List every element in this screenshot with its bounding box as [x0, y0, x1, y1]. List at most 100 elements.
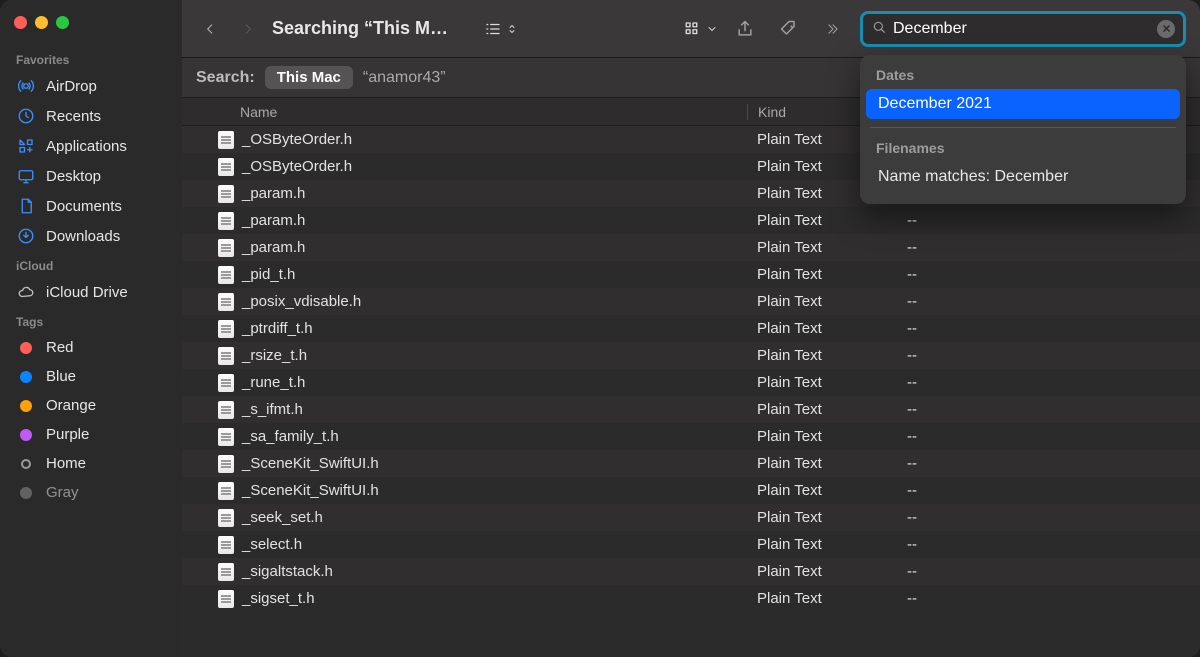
sidebar-item-label: Applications — [46, 138, 127, 155]
file-date: -- — [897, 401, 1200, 418]
file-name: _param.h — [242, 185, 305, 202]
file-icon — [218, 482, 234, 500]
file-icon — [218, 347, 234, 365]
file-row[interactable]: _param.hPlain Text-- — [182, 207, 1200, 234]
search-field[interactable] — [860, 11, 1186, 47]
scope-folder[interactable]: “anamor43” — [363, 69, 446, 87]
suggestion-filename[interactable]: Name matches: December — [866, 162, 1180, 192]
file-row[interactable]: _sa_family_t.hPlain Text-- — [182, 423, 1200, 450]
sidebar-item-desktop[interactable]: Desktop — [0, 161, 182, 191]
sidebar-tag-gray[interactable]: Gray — [0, 478, 182, 507]
file-row[interactable]: _rsize_t.h Plain Text-- — [182, 342, 1200, 369]
file-icon — [218, 563, 234, 581]
file-kind: Plain Text — [747, 347, 897, 364]
overflow-button[interactable] — [816, 14, 850, 44]
file-list[interactable]: _OSByteOrder.h Plain Text _OSByteOrder.h Pl… — [182, 126, 1200, 657]
file-name: _SceneKit_SwiftUI.h — [242, 482, 379, 499]
sidebar-item-airdrop[interactable]: AirDrop — [0, 71, 182, 101]
file-icon — [218, 266, 234, 284]
tag-dot-icon — [16, 459, 36, 469]
sidebar-section-tags: Tags — [0, 307, 182, 333]
file-date: -- — [897, 347, 1200, 364]
sidebar-item-label: Documents — [46, 198, 122, 215]
file-row[interactable]: _SceneKit_SwiftUI.hPlain Text-- — [182, 450, 1200, 477]
sidebar-item-applications[interactable]: Applications — [0, 131, 182, 161]
file-kind: Plain Text — [747, 212, 897, 229]
clear-search-button[interactable] — [1157, 20, 1175, 38]
tag-dot-icon — [16, 371, 36, 383]
file-kind: Plain Text — [747, 536, 897, 553]
maximize-window-button[interactable] — [56, 16, 69, 29]
sidebar-tag-purple[interactable]: Purple — [0, 420, 182, 449]
file-date: -- — [897, 590, 1200, 607]
sidebar-item-recents[interactable]: Recents — [0, 101, 182, 131]
sidebar-tag-blue[interactable]: Blue — [0, 362, 182, 391]
file-name: _OSByteOrder.h — [242, 158, 352, 175]
sidebar-section-favorites: Favorites — [0, 45, 182, 71]
file-row[interactable]: _s_ifmt.h Plain Text-- — [182, 396, 1200, 423]
tag-button[interactable] — [772, 14, 806, 44]
file-row[interactable]: _sigset_t.hPlain Text-- — [182, 585, 1200, 612]
search-wrap: Dates December 2021 Filenames Name match… — [860, 11, 1186, 47]
sidebar: Favorites AirDrop Recents Applications D… — [0, 0, 182, 657]
view-list-button[interactable] — [482, 20, 518, 38]
file-row[interactable]: _pid_t.hPlain Text-- — [182, 261, 1200, 288]
column-header-name[interactable]: Name — [182, 104, 747, 120]
sidebar-item-documents[interactable]: Documents — [0, 191, 182, 221]
file-row[interactable]: _SceneKit_SwiftUI.hPlain Text-- — [182, 477, 1200, 504]
search-suggestions-popover: Dates December 2021 Filenames Name match… — [860, 55, 1186, 204]
file-icon — [218, 185, 234, 203]
file-icon — [218, 158, 234, 176]
file-date: -- — [897, 320, 1200, 337]
file-row[interactable]: _param.hPlain Text-- — [182, 234, 1200, 261]
sidebar-item-label: Desktop — [46, 168, 101, 185]
sidebar-item-label: iCloud Drive — [46, 284, 128, 301]
tag-dot-icon — [16, 400, 36, 412]
file-row[interactable]: _posix_vdisable.hPlain Text-- — [182, 288, 1200, 315]
sidebar-tag-red[interactable]: Red — [0, 333, 182, 362]
sidebar-item-icloud-drive[interactable]: iCloud Drive — [0, 277, 182, 307]
scope-this-mac[interactable]: This Mac — [265, 66, 353, 89]
file-row[interactable]: _rune_t.hPlain Text-- — [182, 369, 1200, 396]
file-icon — [218, 536, 234, 554]
file-icon — [218, 455, 234, 473]
finder-window: Favorites AirDrop Recents Applications D… — [0, 0, 1200, 657]
sidebar-tag-orange[interactable]: Orange — [0, 391, 182, 420]
sidebar-tag-home[interactable]: Home — [0, 449, 182, 478]
suggestion-date[interactable]: December 2021 — [866, 89, 1180, 119]
airdrop-icon — [16, 77, 36, 95]
file-name: _OSByteOrder.h — [242, 131, 352, 148]
file-name: _s_ifmt.h — [242, 401, 303, 418]
file-name: _sa_family_t.h — [242, 428, 339, 445]
file-date: -- — [897, 536, 1200, 553]
sidebar-item-label: Recents — [46, 108, 101, 125]
file-kind: Plain Text — [747, 401, 897, 418]
search-input[interactable] — [893, 20, 1151, 38]
applications-icon — [16, 137, 36, 155]
file-icon — [218, 401, 234, 419]
file-row[interactable]: _select.hPlain Text-- — [182, 531, 1200, 558]
sidebar-item-downloads[interactable]: Downloads — [0, 221, 182, 251]
file-icon — [218, 131, 234, 149]
window-controls — [0, 12, 182, 45]
minimize-window-button[interactable] — [35, 16, 48, 29]
file-date: -- — [897, 266, 1200, 283]
share-button[interactable] — [728, 14, 762, 44]
file-row[interactable]: _sigaltstack.hPlain Text-- — [182, 558, 1200, 585]
close-window-button[interactable] — [14, 16, 27, 29]
file-date: -- — [897, 293, 1200, 310]
group-by-button[interactable] — [682, 20, 718, 38]
back-button[interactable] — [196, 13, 224, 45]
file-icon — [218, 212, 234, 230]
tag-dot-icon — [16, 487, 36, 499]
tag-dot-icon — [16, 342, 36, 354]
file-row[interactable]: _ptrdiff_t.hPlain Text-- — [182, 315, 1200, 342]
forward-button[interactable] — [234, 13, 262, 45]
file-row[interactable]: _seek_set.hPlain Text-- — [182, 504, 1200, 531]
file-kind: Plain Text — [747, 455, 897, 472]
chevron-updown-icon — [506, 21, 518, 37]
file-name: _rsize_t.h — [242, 347, 307, 364]
file-date: -- — [897, 239, 1200, 256]
main-content: Searching “This M… — [182, 0, 1200, 657]
file-kind: Plain Text — [747, 428, 897, 445]
